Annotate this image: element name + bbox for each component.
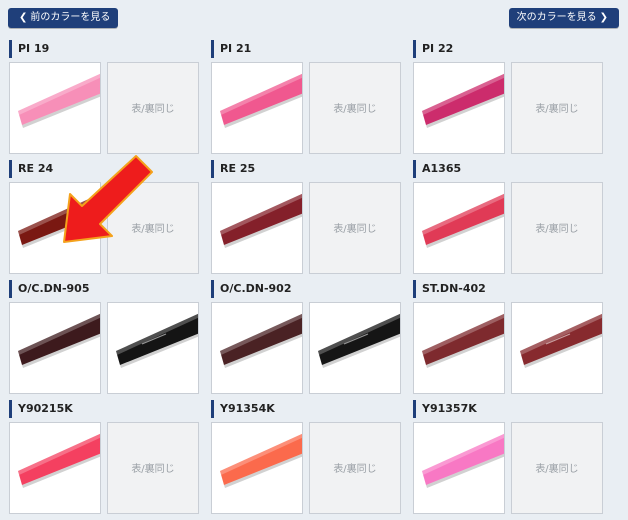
color-front-thumbnail[interactable]	[9, 422, 101, 514]
tassel-back-image	[318, 313, 400, 368]
color-code-label: Y91354K	[211, 400, 403, 418]
color-code-label: PI 19	[9, 40, 201, 58]
color-code-label: O/C.DN-905	[9, 280, 201, 298]
tassel-image	[18, 433, 100, 488]
color-front-thumbnail[interactable]	[211, 62, 303, 154]
color-item: O/C.DN-902	[211, 280, 403, 394]
color-item: A1365 表/裏同じ	[413, 160, 605, 274]
tassel-back-image	[520, 313, 602, 368]
prev-color-button[interactable]: ❮ 前のカラーを見る	[8, 8, 119, 28]
tassel-image	[422, 433, 504, 488]
same-both-sides-thumbnail[interactable]: 表/裏同じ	[107, 62, 199, 154]
color-item: O/C.DN-905	[9, 280, 201, 394]
color-front-thumbnail[interactable]	[211, 302, 303, 394]
tassel-image	[220, 433, 302, 488]
tassel-image	[220, 73, 302, 128]
tassel-image	[422, 193, 504, 248]
color-item: PI 21 表/裏同じ	[211, 40, 403, 154]
prev-color-label: 前のカラーを見る	[30, 12, 111, 23]
color-grid: PI 19 表/裏同じ PI 21 表/裏同じ PI 22 表/裏同じ RE 24 表/裏同じ…	[9, 40, 605, 514]
color-code-label: Y91357K	[413, 400, 605, 418]
same-both-sides-text: 表/裏同じ	[333, 464, 377, 475]
same-both-sides-thumbnail[interactable]: 表/裏同じ	[511, 422, 603, 514]
color-code-label: Y90215K	[9, 400, 201, 418]
color-front-thumbnail[interactable]	[211, 182, 303, 274]
red-arrow-annotation	[63, 155, 153, 243]
color-code-label: PI 22	[413, 40, 605, 58]
color-code-label: ST.DN-402	[413, 280, 605, 298]
tassel-image	[18, 313, 100, 368]
tassel-image	[220, 193, 302, 248]
color-front-thumbnail[interactable]	[413, 62, 505, 154]
color-front-thumbnail[interactable]	[413, 182, 505, 274]
color-front-thumbnail[interactable]	[413, 422, 505, 514]
same-both-sides-text: 表/裏同じ	[535, 224, 579, 235]
color-item: Y90215K 表/裏同じ	[9, 400, 201, 514]
color-item: ST.DN-402	[413, 280, 605, 394]
next-color-label: 次のカラーを見る	[516, 12, 597, 23]
same-both-sides-thumbnail[interactable]: 表/裏同じ	[107, 422, 199, 514]
color-item: PI 22 表/裏同じ	[413, 40, 605, 154]
same-both-sides-text: 表/裏同じ	[131, 104, 175, 115]
same-both-sides-thumbnail[interactable]: 表/裏同じ	[511, 62, 603, 154]
next-color-button[interactable]: 次のカラーを見る ❯	[508, 8, 619, 28]
color-item: RE 25 表/裏同じ	[211, 160, 403, 274]
color-back-thumbnail[interactable]	[107, 302, 199, 394]
color-item: Y91357K 表/裏同じ	[413, 400, 605, 514]
tassel-image	[220, 313, 302, 368]
color-item: PI 19 表/裏同じ	[9, 40, 201, 154]
color-back-thumbnail[interactable]	[309, 302, 401, 394]
tassel-image	[422, 73, 504, 128]
tassel-image	[18, 73, 100, 128]
color-front-thumbnail[interactable]	[9, 302, 101, 394]
same-both-sides-text: 表/裏同じ	[333, 224, 377, 235]
color-item: Y91354K 表/裏同じ	[211, 400, 403, 514]
tassel-back-image	[116, 313, 198, 368]
color-code-label: A1365	[413, 160, 605, 178]
top-bar: ❮ 前のカラーを見る 次のカラーを見る ❯	[0, 0, 628, 36]
color-code-label: RE 25	[211, 160, 403, 178]
same-both-sides-thumbnail[interactable]: 表/裏同じ	[511, 182, 603, 274]
color-code-label: O/C.DN-902	[211, 280, 403, 298]
color-front-thumbnail[interactable]	[211, 422, 303, 514]
same-both-sides-text: 表/裏同じ	[131, 464, 175, 475]
chevron-right-icon: ❯	[599, 12, 608, 23]
same-both-sides-thumbnail[interactable]: 表/裏同じ	[309, 422, 401, 514]
same-both-sides-text: 表/裏同じ	[333, 104, 377, 115]
color-front-thumbnail[interactable]	[9, 62, 101, 154]
chevron-left-icon: ❮	[19, 12, 28, 23]
same-both-sides-text: 表/裏同じ	[535, 104, 579, 115]
same-both-sides-thumbnail[interactable]: 表/裏同じ	[309, 182, 401, 274]
color-code-label: PI 21	[211, 40, 403, 58]
color-back-thumbnail[interactable]	[511, 302, 603, 394]
color-front-thumbnail[interactable]	[413, 302, 505, 394]
same-both-sides-thumbnail[interactable]: 表/裏同じ	[309, 62, 401, 154]
same-both-sides-text: 表/裏同じ	[535, 464, 579, 475]
tassel-image	[422, 313, 504, 368]
